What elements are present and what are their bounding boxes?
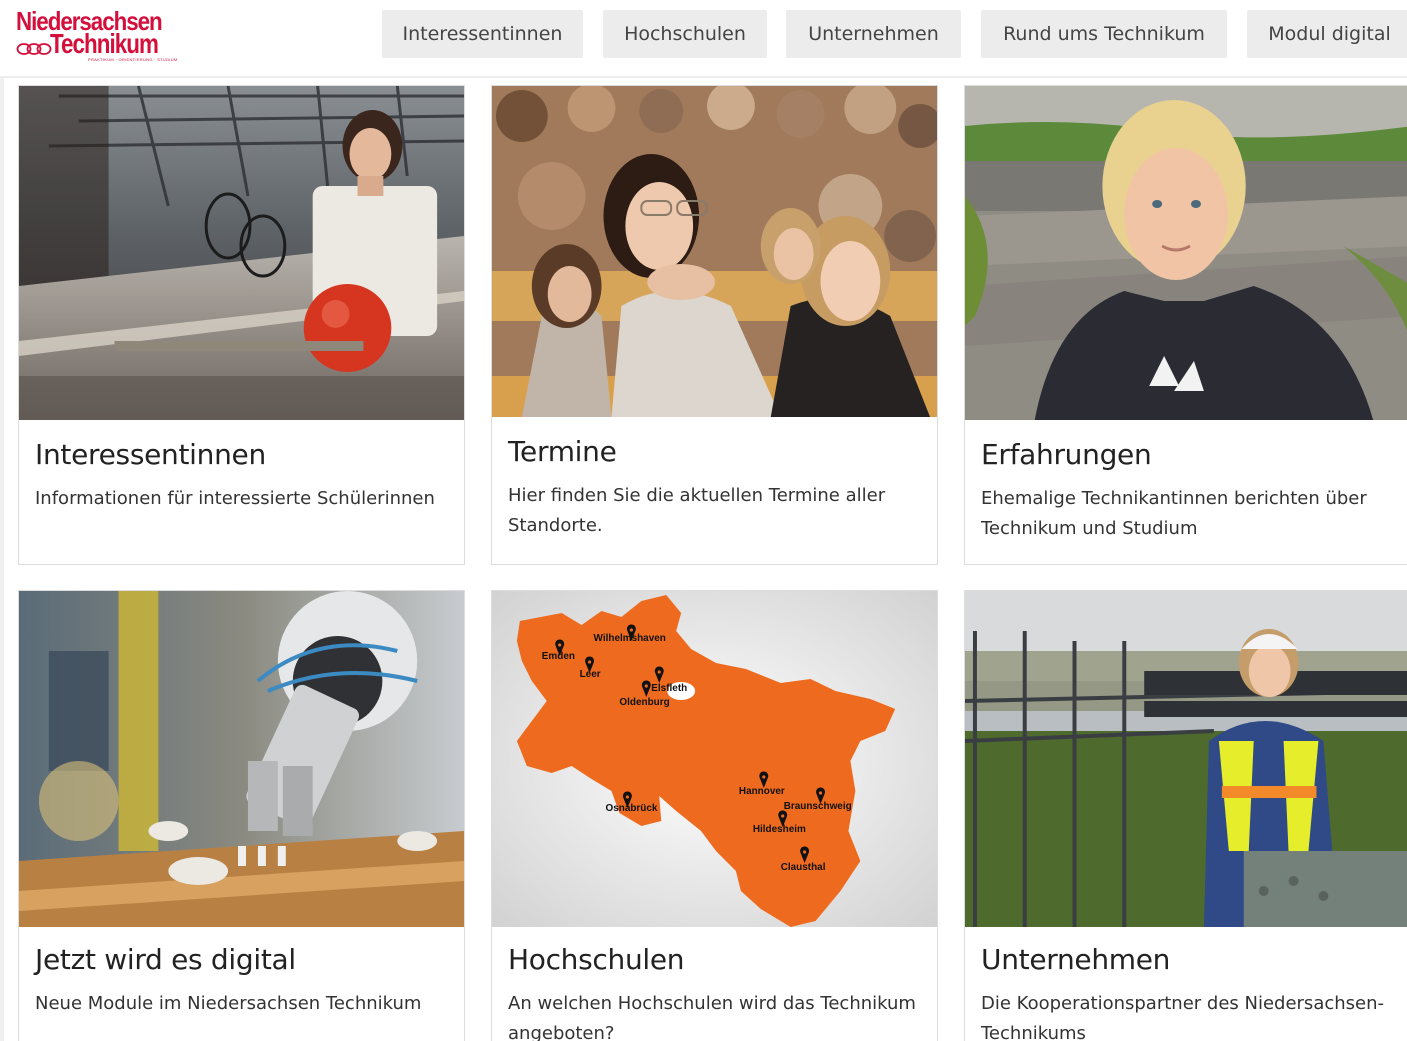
nav-item-hochschulen[interactable]: Hochschulen — [603, 10, 767, 58]
map-location-label: Leer — [580, 669, 601, 680]
map-location-label: Osnabrück — [605, 803, 657, 814]
card-title[interactable]: Jetzt wird es digital — [35, 943, 296, 976]
photo-blonde-woman-portrait-icon — [965, 86, 1407, 420]
logo-subline: PRAKTIKUM · ORIENTIERUNG · STUDIUM — [88, 57, 178, 62]
card-unternehmen[interactable]: Unternehmen Die Kooperationspartner des … — [964, 590, 1407, 1041]
map-location-label: Hildesheim — [753, 824, 806, 835]
map-location-label: Oldenburg — [619, 697, 669, 708]
map-location-label: Hannover — [739, 786, 785, 797]
logo-rings-icon — [16, 43, 52, 55]
photo-student-presenting-icon — [19, 86, 464, 420]
card-interessentinnen[interactable]: Interessentinnen Informationen für inter… — [18, 85, 465, 565]
card-erfahrungen[interactable]: Erfahrungen Ehemalige Technikantinnen be… — [964, 85, 1407, 565]
page-edge — [0, 0, 4, 1041]
card-description: An welchen Hochschulen wird das Techniku… — [508, 993, 916, 1041]
card-image-map[interactable]: Wilhelmshaven Emden Leer Elsfleth Oldenburg O… — [492, 591, 937, 927]
card-description: Neue Module im Niedersachsen Technikum — [35, 993, 422, 1014]
nav-item-rund-ums-technikum[interactable]: Rund ums Technikum — [981, 10, 1227, 58]
logo-text-technikum: Technikum — [50, 28, 159, 59]
photo-woman-substation-helmet-icon — [965, 591, 1407, 927]
card-image-substation[interactable] — [965, 591, 1407, 927]
card-description: Ehemalige Technikantinnen berichten über… — [981, 488, 1367, 539]
site-logo[interactable]: Niedersachsen Technikum PRAKTIKUM · ORIE… — [16, 8, 186, 64]
map-location-label: Clausthal — [781, 862, 826, 873]
card-image-portrait[interactable] — [965, 86, 1407, 420]
card-image-lecture-hall[interactable] — [492, 86, 937, 417]
card-title[interactable]: Erfahrungen — [981, 438, 1152, 471]
card-description: Informationen für interessierte Schüleri… — [35, 488, 435, 509]
card-jetzt-wird-es-digital[interactable]: Jetzt wird es digital Neue Module im Nie… — [18, 590, 465, 1041]
card-hochschulen[interactable]: Wilhelmshaven Emden Leer Elsfleth Oldenburg O… — [491, 590, 938, 1041]
card-title[interactable]: Unternehmen — [981, 943, 1170, 976]
card-description: Hier finden Sie die aktuellen Termine al… — [508, 485, 886, 536]
map-location-label: Wilhelmshaven — [594, 633, 666, 644]
card-image-student-presenting[interactable] — [19, 86, 464, 420]
nav-item-unternehmen[interactable]: Unternehmen — [786, 10, 961, 58]
card-title[interactable]: Hochschulen — [508, 943, 685, 976]
nav-item-modul-digital[interactable]: Modul digital — [1247, 10, 1407, 58]
site-header: Niedersachsen Technikum PRAKTIKUM · ORIE… — [0, 0, 1407, 78]
map-location-label: Elsfleth — [651, 683, 687, 694]
photo-robot-gripper-icon — [19, 591, 464, 927]
nav-item-interessentinnen[interactable]: Interessentinnen — [382, 10, 583, 58]
card-title[interactable]: Termine — [508, 435, 617, 468]
card-termine[interactable]: Termine Hier finden Sie die aktuellen Te… — [491, 85, 938, 565]
card-image-robot[interactable] — [19, 591, 464, 927]
map-location-label: Braunschweig — [784, 801, 852, 812]
map-lower-saxony-icon: Wilhelmshaven Emden Leer Elsfleth Oldenburg O… — [492, 591, 937, 927]
map-location-label: Emden — [542, 651, 575, 662]
card-title[interactable]: Interessentinnen — [35, 438, 266, 471]
card-description: Die Kooperationspartner des Niedersachse… — [981, 993, 1385, 1041]
photo-lecture-hall-audience-icon — [492, 86, 937, 417]
